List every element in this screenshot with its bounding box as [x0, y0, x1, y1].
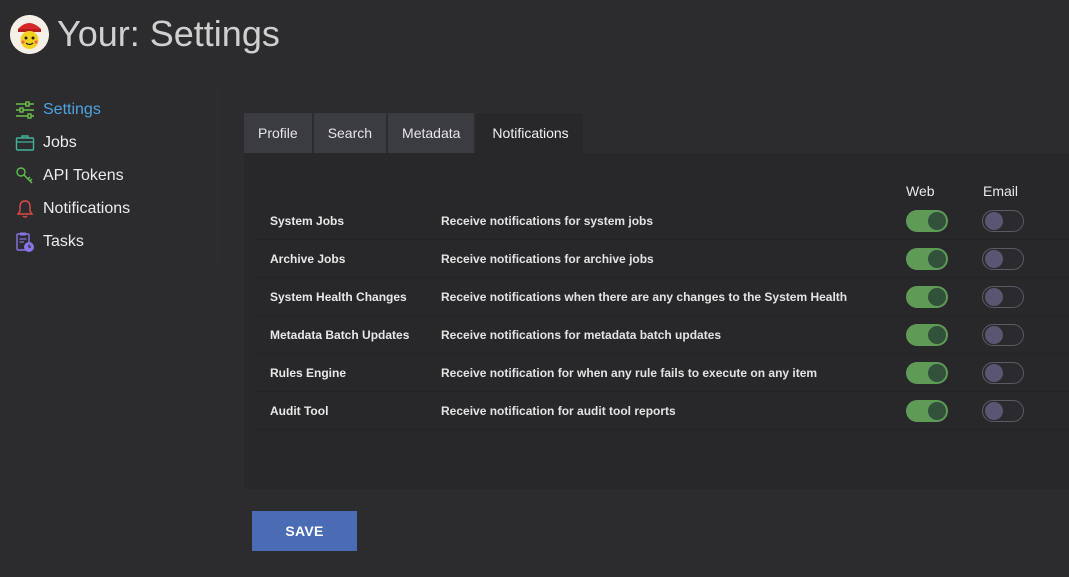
key-icon [14, 165, 36, 187]
toggle-knob [928, 364, 946, 382]
tab-metadata[interactable]: Metadata [388, 113, 475, 153]
tab-profile[interactable]: Profile [244, 113, 312, 153]
clipboard-clock-icon [14, 231, 36, 253]
email-toggle[interactable] [982, 210, 1024, 232]
notification-row-metadata-batch-updates: Metadata Batch Updates Receive notificat… [256, 316, 1069, 354]
web-toggle[interactable] [906, 286, 948, 308]
avatar [10, 14, 49, 54]
notification-name: Archive Jobs [270, 252, 346, 266]
column-header-email: Email [983, 183, 1019, 199]
toggle-knob [928, 402, 946, 420]
sidebar-item-label: Settings [43, 101, 101, 118]
settings-page: Your: Settings Settings Jobs API Tokens … [0, 0, 1069, 577]
tab-search[interactable]: Search [313, 113, 387, 153]
email-toggle[interactable] [982, 286, 1024, 308]
notification-row-system-jobs: System Jobs Receive notifications for sy… [256, 202, 1069, 240]
web-toggle[interactable] [906, 324, 948, 346]
save-button[interactable]: SAVE [252, 511, 357, 551]
notification-name: Audit Tool [270, 404, 329, 418]
notification-description: Receive notifications for metadata batch… [441, 328, 722, 342]
toggle-knob [928, 326, 946, 344]
toggle-knob [985, 326, 1003, 344]
notification-row-rules-engine: Rules Engine Receive notification for wh… [256, 354, 1069, 392]
email-toggle[interactable] [982, 324, 1024, 346]
notification-name: System Health Changes [270, 290, 407, 304]
sidebar-item-label: Tasks [43, 233, 84, 250]
toggle-knob [928, 250, 946, 268]
sidebar: Settings Jobs API Tokens Notifications T… [0, 88, 218, 266]
notification-description: Receive notification for when any rule f… [441, 366, 818, 380]
notification-row-system-health-changes: System Health Changes Receive notificati… [256, 278, 1069, 316]
email-toggle[interactable] [982, 362, 1024, 384]
sidebar-item-api-tokens[interactable]: API Tokens [14, 163, 124, 189]
sidebar-item-label: API Tokens [43, 167, 124, 184]
toggle-knob [928, 288, 946, 306]
web-toggle[interactable] [906, 210, 948, 232]
page-title: Your: Settings [57, 12, 280, 56]
bell-icon [14, 198, 36, 220]
toggle-knob [985, 402, 1003, 420]
email-toggle[interactable] [982, 248, 1024, 270]
toggle-knob [985, 250, 1003, 268]
email-toggle[interactable] [982, 400, 1024, 422]
sidebar-item-jobs[interactable]: Jobs [14, 130, 77, 156]
notification-description: Receive notifications when there are any… [441, 290, 848, 304]
tab-notifications[interactable]: Notifications [476, 113, 583, 153]
notification-description: Receive notification for audit tool repo… [441, 404, 676, 418]
title-part2: Settings [149, 13, 280, 54]
column-header-web: Web [906, 183, 935, 199]
title-separator: : [129, 13, 150, 54]
sliders-icon [14, 99, 36, 121]
toggle-knob [928, 212, 946, 230]
toggle-knob [985, 288, 1003, 306]
sidebar-item-label: Jobs [43, 134, 77, 151]
sidebar-item-settings[interactable]: Settings [14, 97, 101, 123]
notification-name: System Jobs [270, 214, 345, 228]
settings-tabs: Profile Search Metadata Notifications [244, 113, 585, 153]
notification-description: Receive notifications for system jobs [441, 214, 654, 228]
header: Your: Settings [10, 12, 280, 56]
notification-row-archive-jobs: Archive Jobs Receive notifications for a… [256, 240, 1069, 278]
sidebar-item-tasks[interactable]: Tasks [14, 229, 84, 255]
sidebar-item-notifications[interactable]: Notifications [14, 196, 130, 222]
notification-row-audit-tool: Audit Tool Receive notification for audi… [256, 392, 1069, 430]
toggle-knob [985, 212, 1003, 230]
sidebar-item-label: Notifications [43, 200, 131, 217]
web-toggle[interactable] [906, 400, 948, 422]
toggle-knob [985, 364, 1003, 382]
web-toggle[interactable] [906, 362, 948, 384]
notification-name: Metadata Batch Updates [270, 328, 410, 342]
web-toggle[interactable] [906, 248, 948, 270]
notification-name: Rules Engine [270, 366, 347, 380]
notification-description: Receive notifications for archive jobs [441, 252, 654, 266]
briefcase-icon [14, 132, 36, 154]
title-part1: Your [57, 13, 130, 54]
notifications-panel: Web Email System Jobs Receive notificati… [244, 153, 1069, 489]
avatar-icon [10, 14, 49, 54]
